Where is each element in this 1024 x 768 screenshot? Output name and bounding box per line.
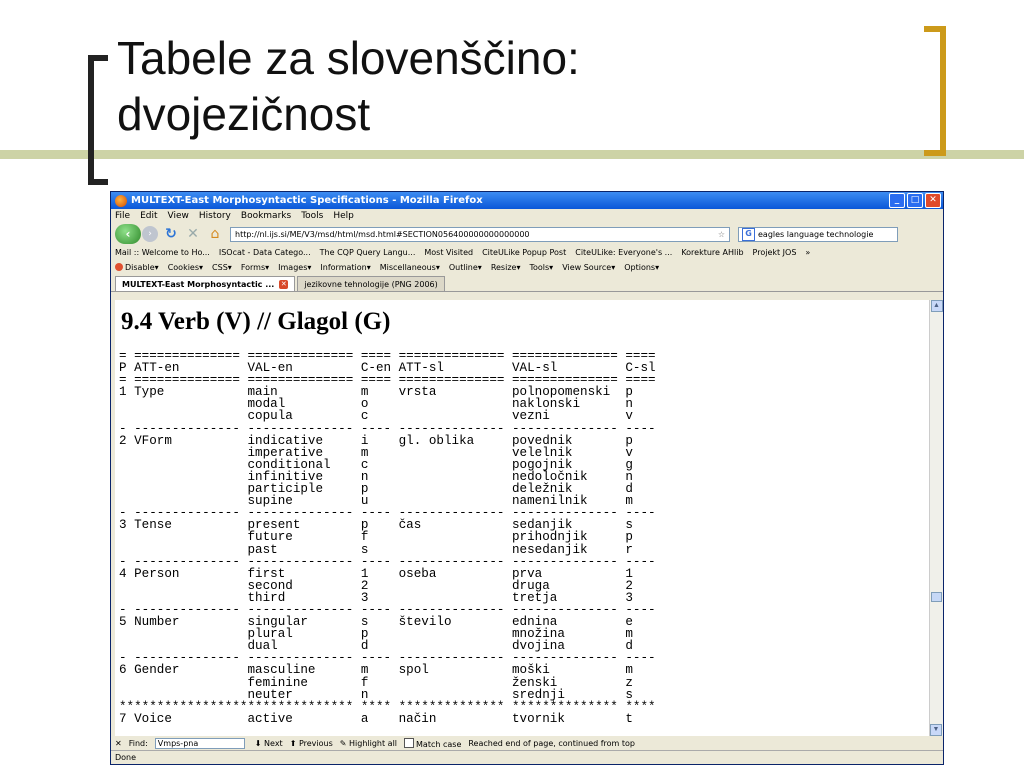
toolbar-item[interactable]: Resize▾ bbox=[491, 263, 521, 272]
toolbar-item[interactable]: Cookies▾ bbox=[168, 263, 203, 272]
menu-bookmarks[interactable]: Bookmarks bbox=[241, 211, 291, 221]
minimize-icon[interactable]: _ bbox=[889, 193, 905, 208]
bookmark-item[interactable]: The CQP Query Langu... bbox=[320, 248, 416, 257]
toolbar-item[interactable]: Miscellaneous▾ bbox=[380, 263, 440, 272]
scroll-thumb[interactable] bbox=[931, 592, 942, 602]
find-previous-button[interactable]: ⬆ Previous bbox=[290, 739, 333, 748]
search-input[interactable]: G eagles language technologie bbox=[738, 226, 898, 242]
toolbar-item[interactable]: Options▾ bbox=[624, 263, 659, 272]
tab-strip: MULTEXT-East Morphosyntactic ... ✕ jezik… bbox=[111, 275, 943, 292]
disable-icon bbox=[115, 263, 123, 271]
find-bar: ✕ Find: Vmps-pna ⬇ Next ⬆ Previous ✎ Hig… bbox=[111, 736, 943, 750]
tab-label: jezikovne tehnologije (PNG 2006) bbox=[304, 279, 438, 289]
reload-icon[interactable]: ↻ bbox=[162, 226, 180, 242]
bookmarks-toolbar: Mail :: Welcome to Ho... ISOcat - Data C… bbox=[111, 245, 943, 260]
find-next-button[interactable]: ⬇ Next bbox=[255, 739, 283, 748]
find-label: Find: bbox=[128, 738, 148, 748]
navigation-toolbar: ‹ › ↻ ✕ ⌂ http://nl.ijs.si/ME/V3/msd/htm… bbox=[111, 223, 943, 245]
browser-window: MULTEXT-East Morphosyntactic Specificati… bbox=[110, 191, 944, 765]
tab-msd[interactable]: MULTEXT-East Morphosyntactic ... ✕ bbox=[115, 276, 296, 291]
right-bracket-decoration bbox=[924, 26, 946, 156]
menu-history[interactable]: History bbox=[199, 211, 231, 221]
checkbox-icon bbox=[404, 737, 415, 748]
page-heading: 9.4 Verb (V) // Glagol (G) bbox=[121, 308, 391, 335]
bookmark-item[interactable]: ISOcat - Data Catego... bbox=[219, 248, 311, 257]
address-url: http://nl.ijs.si/ME/V3/msd/html/msd.html… bbox=[235, 229, 530, 239]
home-icon[interactable]: ⌂ bbox=[206, 226, 224, 242]
bookmark-item[interactable]: CiteULike Popup Post bbox=[482, 248, 566, 257]
toolbar-item[interactable]: Tools▾ bbox=[529, 263, 553, 272]
slide-title-line2: dvojezičnost bbox=[117, 88, 371, 140]
bookmark-item[interactable]: CiteULike: Everyone's ... bbox=[575, 248, 672, 257]
bookmark-item[interactable]: Mail :: Welcome to Ho... bbox=[115, 248, 210, 257]
menu-file[interactable]: File bbox=[115, 211, 130, 221]
bookmark-item[interactable]: Projekt JOS bbox=[753, 248, 797, 257]
scroll-up-icon[interactable]: ▲ bbox=[930, 300, 943, 312]
find-close-icon[interactable]: ✕ bbox=[115, 739, 122, 748]
msd-table: = ============== ============== ==== ===… bbox=[119, 349, 656, 726]
menu-help[interactable]: Help bbox=[333, 211, 354, 221]
toolbar-item[interactable]: Information▾ bbox=[320, 263, 370, 272]
google-icon: G bbox=[742, 227, 755, 241]
tab-label: MULTEXT-East Morphosyntactic ... bbox=[122, 279, 275, 289]
window-title: MULTEXT-East Morphosyntactic Specificati… bbox=[131, 195, 483, 206]
toolbar-item[interactable]: View Source▾ bbox=[562, 263, 615, 272]
left-bracket-decoration bbox=[88, 55, 108, 185]
bookmark-item[interactable]: Korekture AHlib bbox=[681, 248, 743, 257]
highlight-all-button[interactable]: ✎ Highlight all bbox=[340, 739, 397, 748]
bookmark-item[interactable]: Most Visited bbox=[424, 248, 473, 257]
search-value: eagles language technologie bbox=[758, 229, 874, 239]
toolbar-item[interactable]: CSS▾ bbox=[212, 263, 232, 272]
bookmarks-overflow[interactable]: » bbox=[805, 248, 810, 257]
stop-icon[interactable]: ✕ bbox=[184, 226, 202, 242]
menu-view[interactable]: View bbox=[168, 211, 189, 221]
match-case-checkbox[interactable]: Match case bbox=[404, 737, 461, 749]
slide-title-line1: Tabele za slovenščino: bbox=[117, 32, 580, 84]
find-status-message: Reached end of page, continued from top bbox=[468, 738, 636, 748]
maximize-icon[interactable]: □ bbox=[907, 193, 923, 208]
firefox-icon bbox=[115, 194, 127, 207]
menu-tools[interactable]: Tools bbox=[301, 211, 323, 221]
forward-icon[interactable]: › bbox=[142, 226, 158, 242]
address-bar[interactable]: http://nl.ijs.si/ME/V3/msd/html/msd.html… bbox=[230, 226, 730, 242]
bookmark-star-icon[interactable]: ☆ bbox=[718, 230, 725, 239]
scroll-down-icon[interactable]: ▼ bbox=[930, 724, 942, 736]
status-bar: Done bbox=[111, 750, 943, 764]
toolbar-item[interactable]: Forms▾ bbox=[241, 263, 269, 272]
window-titlebar: MULTEXT-East Morphosyntactic Specificati… bbox=[111, 192, 943, 209]
tab-close-icon[interactable]: ✕ bbox=[279, 279, 289, 289]
menu-bar: File Edit View History Bookmarks Tools H… bbox=[111, 209, 943, 223]
menu-edit[interactable]: Edit bbox=[140, 211, 157, 221]
toolbar-item[interactable]: Images▾ bbox=[278, 263, 311, 272]
page-content: 9.4 Verb (V) // Glagol (G) = ===========… bbox=[115, 300, 929, 736]
web-developer-toolbar: Disable▾ Cookies▾ CSS▾ Forms▾ Images▾ In… bbox=[111, 260, 943, 275]
toolbar-item[interactable]: Disable▾ bbox=[115, 263, 159, 272]
close-icon[interactable]: ✕ bbox=[925, 193, 941, 208]
find-input[interactable]: Vmps-pna bbox=[154, 737, 245, 749]
slide-title: Tabele za slovenščino: dvojezičnost bbox=[117, 30, 580, 142]
slide-accent-bar bbox=[0, 150, 1024, 159]
tab-png[interactable]: jezikovne tehnologije (PNG 2006) bbox=[297, 276, 445, 291]
back-icon[interactable]: ‹ bbox=[115, 224, 141, 244]
toolbar-item[interactable]: Outline▾ bbox=[449, 263, 482, 272]
vertical-scrollbar[interactable]: ▲ ▼ bbox=[929, 300, 943, 736]
